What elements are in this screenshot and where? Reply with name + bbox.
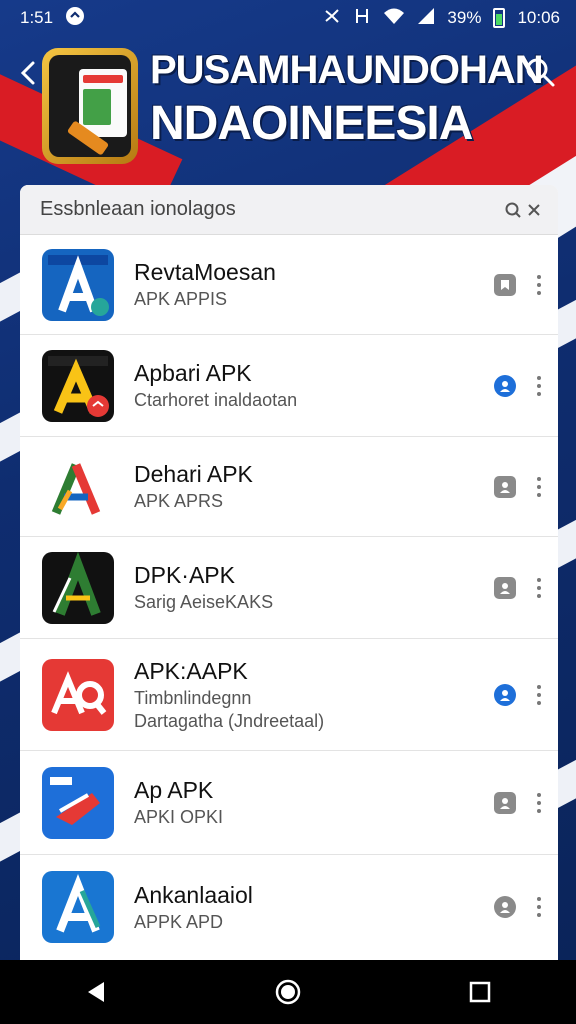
app-subtitle-2: Dartagatha (Jndreetaal) — [134, 710, 325, 731]
more-options-button[interactable] — [534, 577, 544, 598]
app-subtitle: Sarig AeiseKAKS — [134, 592, 274, 612]
signal-icon — [417, 7, 435, 30]
status-time: 1:51 — [20, 8, 54, 27]
app-icon-blue-a — [42, 871, 114, 943]
list-item[interactable]: DPK·APK Sarig AeiseKAKS — [20, 537, 558, 639]
status-badge — [494, 273, 516, 296]
user-icon — [500, 902, 510, 913]
status-badge — [494, 576, 516, 599]
clock: 10:06 — [517, 8, 560, 27]
status-badge — [494, 683, 516, 706]
list-item[interactable]: Apbari APK Ctarhoret inaldaotan — [20, 335, 558, 437]
app-subtitle: APK APPIS — [134, 289, 228, 309]
app-list-panel: Essbnleaan ionolagos RevtaMoesan APK APP… — [20, 185, 558, 960]
search-button[interactable] — [524, 56, 556, 88]
user-icon — [500, 689, 510, 701]
user-icon — [500, 380, 510, 392]
list-item[interactable]: Ankanlaaiol APPK APD — [20, 855, 558, 959]
battery-icon — [493, 8, 506, 28]
status-bar: 1:51 39% 10:06 — [0, 0, 576, 36]
page-title-line1: PUSAMHAUNDOHAN — [150, 48, 544, 92]
square-recents-icon — [469, 981, 491, 1003]
page-title: PUSAMHAUNDOHAN NDAOINEESIA — [150, 48, 544, 150]
triangle-back-icon — [88, 982, 104, 1002]
app-title: Apbari APK — [134, 360, 252, 386]
status-badge — [494, 791, 516, 814]
header: PUSAMHAUNDOHAN NDAOINEESIA — [0, 36, 576, 186]
more-options-button[interactable] — [534, 792, 544, 813]
more-options-button[interactable] — [534, 684, 544, 705]
page-title-line2: NDAOINEESIA — [150, 97, 473, 150]
app-icon-multicolor-a — [42, 450, 114, 523]
search-icon — [526, 58, 555, 87]
close-icon[interactable] — [526, 201, 542, 219]
app-list: RevtaMoesan APK APPIS Apbari APK Ctarhor… — [20, 235, 558, 959]
home-circle-icon — [275, 979, 301, 1005]
app-subtitle: Ctarhoret inaldaotan — [134, 390, 298, 410]
more-options-button[interactable] — [534, 476, 544, 497]
notification-icon — [65, 6, 85, 31]
list-item[interactable]: Ap APK APKI OPKI — [20, 751, 558, 855]
status-badge — [494, 896, 516, 918]
app-subtitle: APKI OPKI — [134, 807, 224, 827]
nav-back-button[interactable] — [76, 972, 116, 1012]
app-title: Ankanlaaiol — [134, 881, 253, 908]
app-title: Dehari APK — [134, 461, 253, 487]
app-title: Ap APK — [134, 777, 214, 803]
status-badge — [494, 374, 516, 397]
app-title: APK:AAPK — [134, 657, 248, 684]
search-input[interactable]: Essbnleaan ionolagos — [40, 198, 504, 221]
data-icon — [353, 7, 371, 30]
app-icon-blue-a — [42, 248, 114, 321]
more-options-button[interactable] — [534, 274, 544, 295]
app-title: DPK·APK — [134, 562, 235, 588]
app-subtitle: APPK APD — [134, 911, 224, 932]
chevron-left-icon — [20, 61, 35, 85]
wifi-icon — [383, 7, 405, 30]
more-options-button[interactable] — [534, 897, 544, 917]
search-bar[interactable]: Essbnleaan ionolagos — [20, 185, 558, 235]
featured-app-icon — [42, 48, 138, 164]
status-badge — [494, 475, 516, 498]
alarm-icon — [323, 7, 341, 30]
app-subtitle: Timbnlindegnn — [134, 687, 252, 708]
bookmark-icon — [501, 279, 509, 290]
nav-home-button[interactable] — [268, 972, 308, 1012]
navigation-bar — [0, 960, 576, 1024]
back-button[interactable] — [14, 58, 44, 88]
user-icon — [500, 481, 510, 493]
user-icon — [500, 797, 510, 809]
app-icon-black-yellow-a — [42, 349, 114, 422]
search-icon[interactable] — [504, 201, 522, 219]
more-options-button[interactable] — [534, 375, 544, 396]
app-icon-black-green-a — [42, 551, 114, 624]
nav-recents-button[interactable] — [460, 972, 500, 1012]
list-item[interactable]: APK:AAPK Timbnlindegnn Dartagatha (Jndre… — [20, 639, 558, 751]
app-subtitle: APK APRS — [134, 491, 224, 511]
app-title: RevtaMoesan — [134, 259, 276, 285]
list-item[interactable]: RevtaMoesan APK APPIS — [20, 235, 558, 335]
list-item[interactable]: Dehari APK APK APRS — [20, 437, 558, 537]
app-icon-blue-red-flag — [42, 766, 114, 839]
battery-percent: 39% — [447, 8, 482, 27]
user-icon — [500, 582, 510, 594]
app-icon-red-aq — [42, 658, 114, 731]
